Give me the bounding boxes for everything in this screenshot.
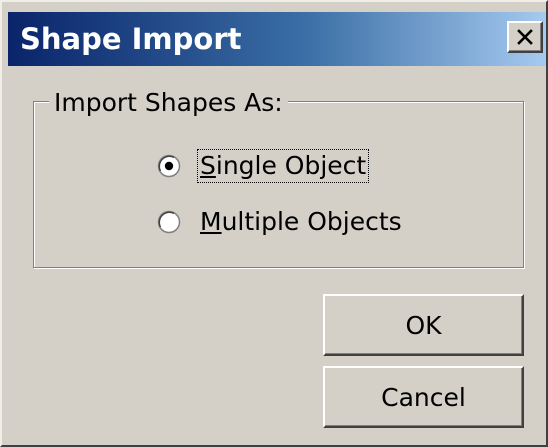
multiple-objects-label-rest: ultiple Objects xyxy=(221,207,402,236)
ok-button[interactable]: OK xyxy=(323,294,524,356)
shape-import-dialog: Shape Import Import Shapes As: Single Ob… xyxy=(0,0,548,447)
radio-single-object[interactable]: Single Object xyxy=(157,148,370,184)
import-shapes-groupbox xyxy=(33,101,524,268)
close-button[interactable] xyxy=(507,21,543,53)
group-label: Import Shapes As: xyxy=(49,88,288,118)
radio-single-object-label[interactable]: Single Object xyxy=(196,149,370,183)
close-icon xyxy=(517,29,533,45)
single-object-label-rest: ingle Object xyxy=(215,151,367,180)
ok-button-label: OK xyxy=(405,310,442,340)
title-bar[interactable]: Shape Import xyxy=(8,12,546,66)
window-title: Shape Import xyxy=(20,22,242,56)
radio-selected-icon[interactable] xyxy=(157,154,181,178)
radio-multiple-objects[interactable]: Multiple Objects xyxy=(157,204,404,240)
radio-unselected-icon[interactable] xyxy=(157,210,181,234)
cancel-button-label: Cancel xyxy=(381,382,466,412)
radio-multiple-objects-label[interactable]: Multiple Objects xyxy=(198,206,404,238)
cancel-button[interactable]: Cancel xyxy=(323,366,524,428)
